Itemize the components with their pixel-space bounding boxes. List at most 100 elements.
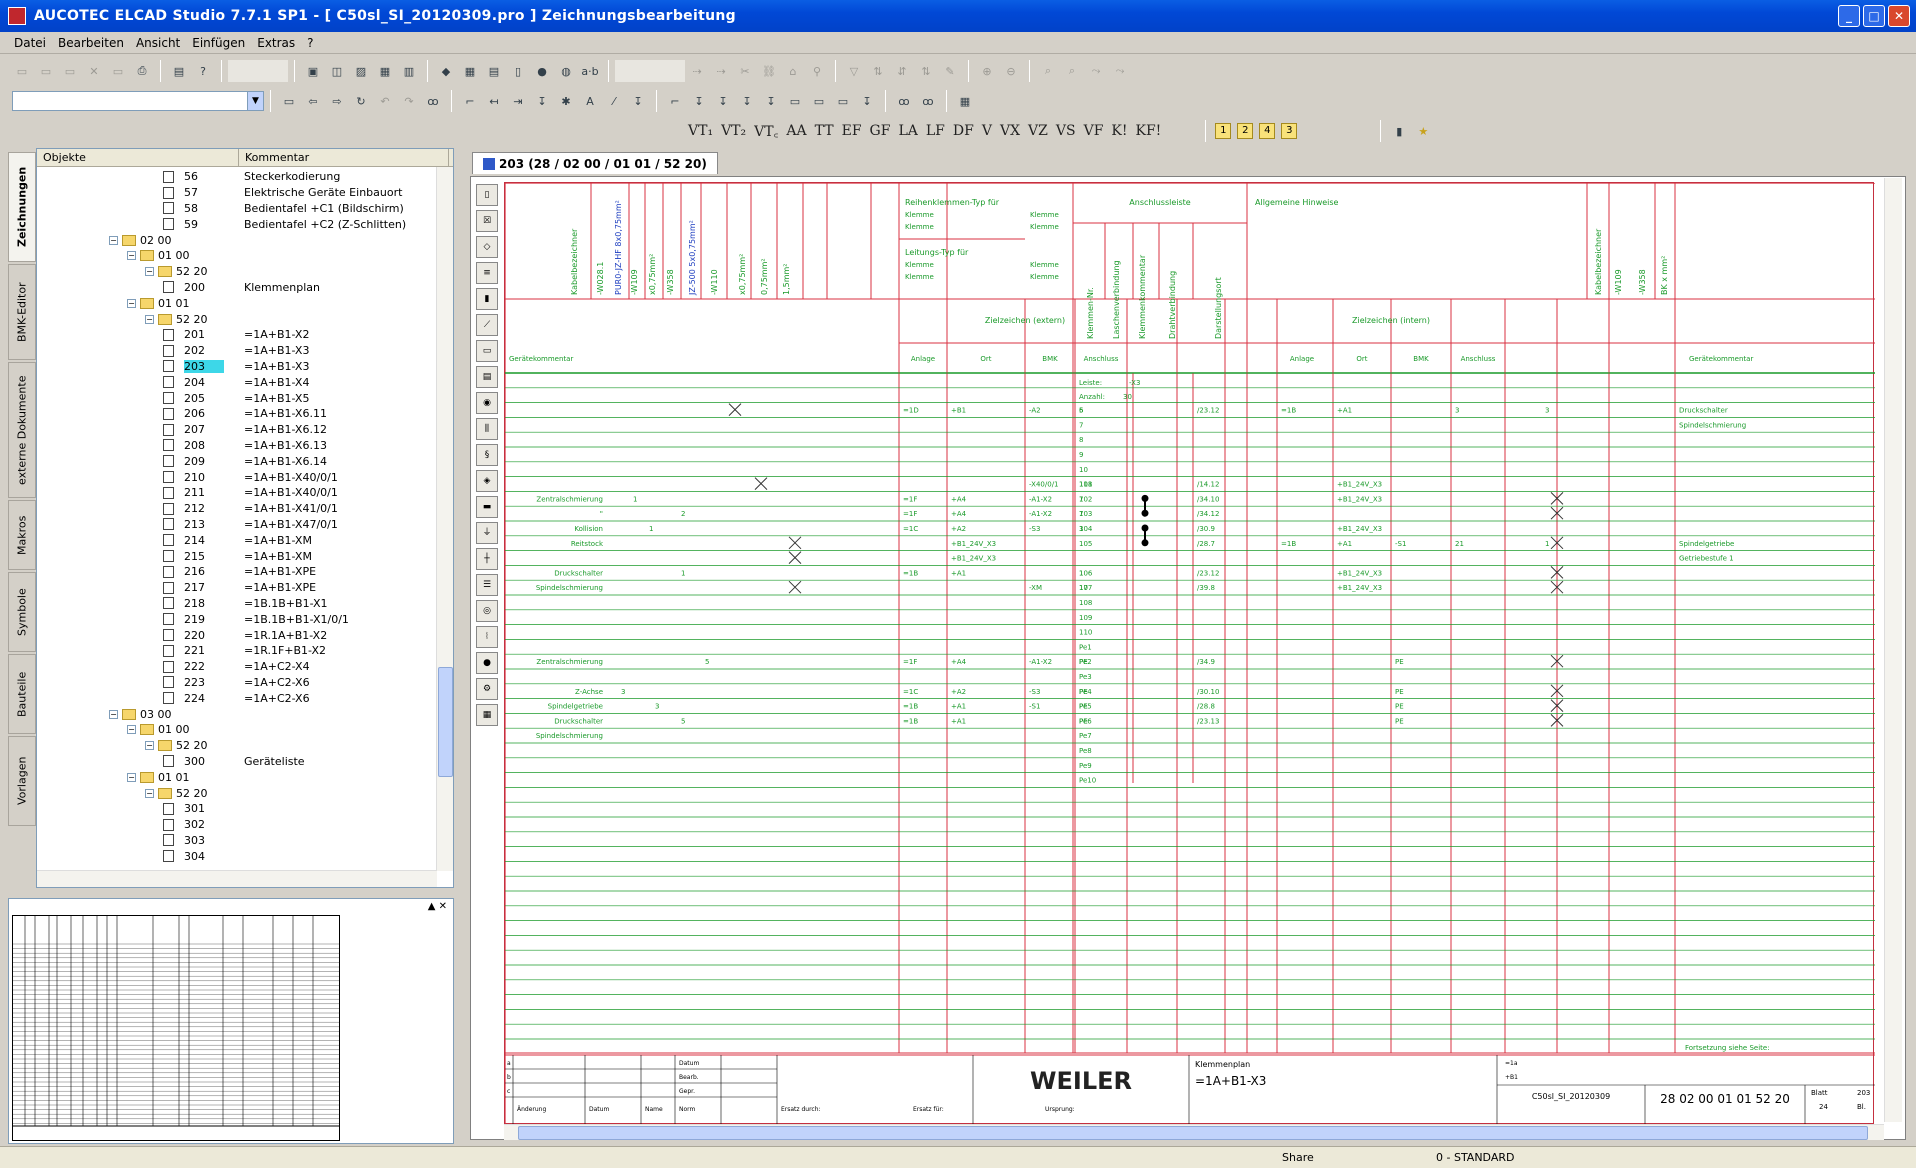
close-button[interactable]: ✕ [1888,5,1910,27]
collapse-icon[interactable]: − [127,251,136,261]
link-icon[interactable]: ⛓ [759,61,779,81]
book-icon[interactable]: ▮ [1389,121,1409,141]
layer-icon[interactable]: ▦ [375,61,395,81]
glasses-icon[interactable]: ꝏ [423,91,443,111]
sym-vt2[interactable]: VT₂ [721,123,746,139]
collapse-icon[interactable]: − [145,741,154,751]
chevron-down-icon[interactable]: ▼ [247,92,263,110]
copy4-icon[interactable]: ▭ [833,91,853,111]
refresh-icon[interactable]: ↻ [351,91,371,111]
layer-select[interactable]: ▼ [12,91,264,111]
wire3-icon[interactable]: ↧ [713,91,733,111]
binoculars-icon[interactable]: ꝏ [894,91,914,111]
arrow-right-icon[interactable]: ⇢ [687,61,707,81]
redo-icon[interactable]: ↷ [399,91,419,111]
scroll-thumb[interactable] [438,667,453,777]
save-icon[interactable]: ▭ [60,61,80,81]
gear-icon[interactable]: ⚙ [476,678,498,700]
pin-icon[interactable]: ⚲ [807,61,827,81]
tree-header-kommentar[interactable]: Kommentar [239,149,449,166]
tab-symbole[interactable]: Symbole [8,572,36,652]
tree-item[interactable]: − 01 00 [127,722,198,738]
resistor-icon[interactable]: ▬ [476,496,498,518]
tree-item[interactable]: − 52 20 [145,311,216,327]
view-icon[interactable]: ◫ [327,61,347,81]
bars-icon[interactable]: ≡ [476,262,498,284]
tree-item[interactable]: 210 =1A+B1-X40/0/1 [163,469,338,485]
sort-icon[interactable]: ⇅ [868,61,888,81]
menu-extras[interactable]: Extras [257,36,295,50]
sym-df[interactable]: DF [953,123,974,139]
tree-item[interactable]: 206 =1A+B1-X6.11 [163,406,327,422]
tree-item[interactable]: 215 =1A+B1-XM [163,548,312,564]
sym-tt[interactable]: TT [815,123,834,139]
sort3-icon[interactable]: ⇅ [916,61,936,81]
find-icon[interactable]: ⌕ [1038,61,1058,81]
terminal-plan-sheet[interactable]: Kabelbezeichner -W028.1 PUR0-JZ-HF 8x0,75m… [504,182,1875,1125]
tree-item[interactable]: 300 Geräteliste [163,754,305,770]
edit-icon[interactable]: ✎ [940,61,960,81]
diode-icon[interactable]: ⏚ [476,522,498,544]
tree-item[interactable]: 57 Elektrische Geräte Einbauort [163,185,402,201]
preview-close-icon[interactable]: ▲ ✕ [428,901,447,912]
tree-item[interactable]: 220 =1R.1A+B1-X2 [163,627,327,643]
tree-item[interactable]: 202 =1A+B1-X3 [163,343,309,359]
close-doc-icon[interactable]: ✕ [84,61,104,81]
wire-icon[interactable]: ⌐ [665,91,685,111]
wire5-icon[interactable]: ↧ [761,91,781,111]
tree-item[interactable]: 207 =1A+B1-X6.12 [163,422,327,438]
tree-item[interactable]: 219 =1B.1B+B1-X1/0/1 [163,611,349,627]
tree-item[interactable]: 216 =1A+B1-XPE [163,564,316,580]
tree-item[interactable]: − 03 00 [109,706,180,722]
sym-vx[interactable]: VX [1000,123,1020,139]
tab-bmk-editor[interactable]: BMK-Editor [8,264,36,360]
dotnet-icon[interactable]: ● [476,652,498,674]
tree-item[interactable]: 211 =1A+B1-X40/0/1 [163,485,338,501]
arrow-down-icon[interactable]: ↧ [628,91,648,111]
route2-icon[interactable]: ⤳ [1110,61,1130,81]
sym-vz[interactable]: VZ [1028,123,1048,139]
plus-line-icon[interactable]: ┼ [476,548,498,570]
hscroll-thumb[interactable] [518,1126,1868,1140]
tree-item[interactable]: 303 [163,833,224,849]
collapse-icon[interactable]: − [109,709,118,719]
sym-gf[interactable]: GF [870,123,891,139]
calc-icon[interactable]: ▦ [476,704,498,726]
text-icon[interactable]: A [580,91,600,111]
tree-item[interactable]: 203 =1A+B1-X3 [163,359,309,375]
menu-help[interactable]: ? [307,36,313,50]
tree-item[interactable]: − 01 00 [127,248,198,264]
measure-icon[interactable]: ⇥ [508,91,528,111]
tree-item[interactable]: 205 =1A+B1-X5 [163,390,309,406]
tree-item[interactable]: 58 Bedientafel +C1 (Bildschirm) [163,201,404,217]
tree-item[interactable]: 208 =1A+B1-X6.13 [163,438,327,454]
collapse-icon[interactable]: − [109,235,118,245]
text-replace-icon[interactable]: a·b [580,61,600,81]
tree-header-objekte[interactable]: Objekte [37,149,239,166]
sym-lf[interactable]: LF [926,123,945,139]
tree-item[interactable]: 213 =1A+B1-X47/0/1 [163,517,338,533]
arrow-right2-icon[interactable]: ⇢ [711,61,731,81]
help-icon[interactable]: ? [193,61,213,81]
image-icon[interactable]: ▨ [351,61,371,81]
sym-la[interactable]: LA [898,123,917,139]
tab-zeichnungen[interactable]: Zeichnungen [8,152,36,262]
cut-icon[interactable]: ✂ [735,61,755,81]
coil-icon[interactable]: § [476,444,498,466]
ref-icon[interactable]: ⌂ [783,61,803,81]
prev-page-icon[interactable]: ⇦ [303,91,323,111]
tree-item[interactable]: 221 =1R.1F+B1-X2 [163,643,326,659]
copy-icon[interactable]: ▭ [108,61,128,81]
zoom-out-icon[interactable]: ⊖ [1001,61,1021,81]
tree-item[interactable]: 200 Klemmenplan [163,280,320,296]
wire2-icon[interactable]: ↧ [689,91,709,111]
route-icon[interactable]: ⤳ [1086,61,1106,81]
drawing-horizontal-scrollbar[interactable] [504,1124,1884,1140]
pin-down-icon[interactable]: ↧ [532,91,552,111]
diamond-icon[interactable]: ◇ [476,236,498,258]
find-next-icon[interactable]: ⌕ [1062,61,1082,81]
sym-v[interactable]: V [982,123,992,139]
tree-item[interactable]: − 52 20 [145,738,216,754]
rail-icon[interactable]: ☰ [476,574,498,596]
sort2-icon[interactable]: ⇵ [892,61,912,81]
